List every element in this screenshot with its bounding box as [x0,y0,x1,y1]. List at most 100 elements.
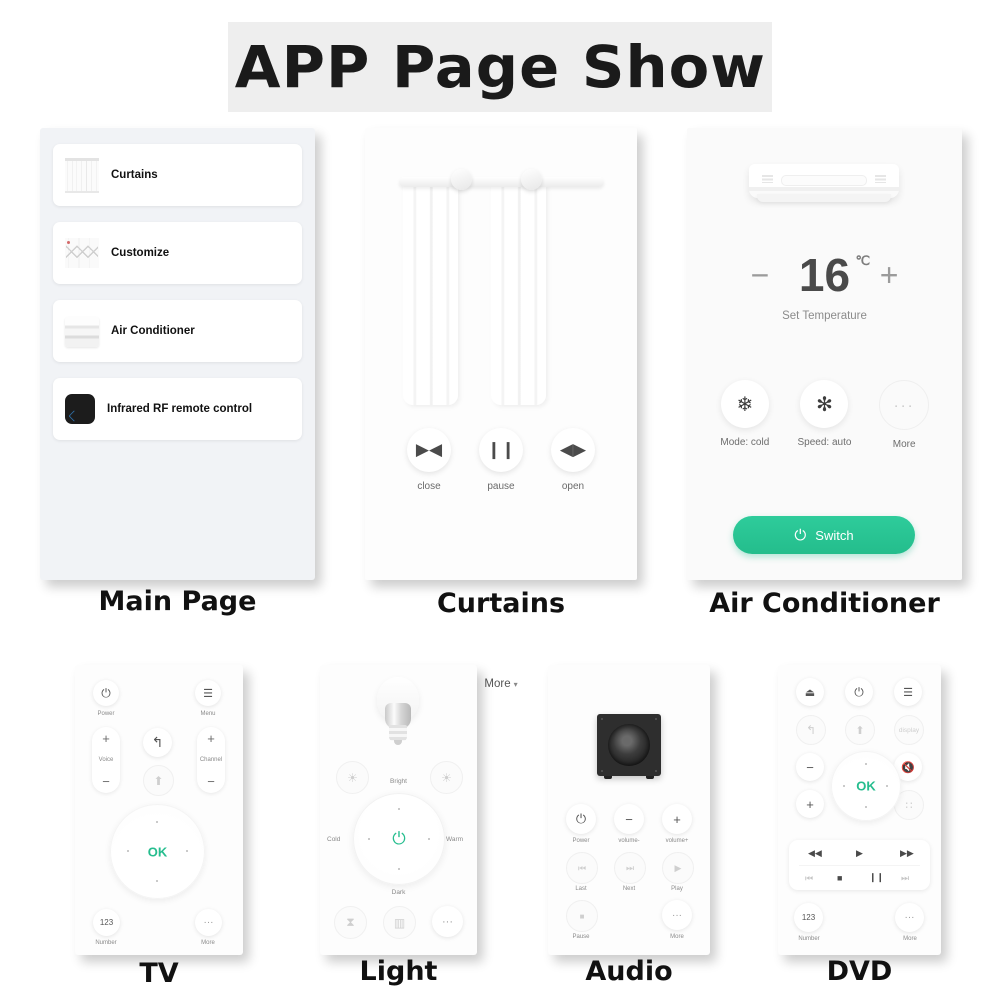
dpad-up[interactable] [865,763,867,765]
dpad-right[interactable] [186,850,188,852]
tv-power-label: Power [97,711,115,717]
dial-right[interactable] [428,838,430,840]
channel-stepper[interactable]: + Channel − [197,727,225,793]
dial-label-cold: Cold [327,836,341,843]
more-dots-icon[interactable]: ··· [895,903,924,932]
more-dots-icon[interactable]: ··· [879,380,930,430]
snowflake-icon[interactable]: ❄ [720,380,769,428]
channel-down-button[interactable]: − [207,775,215,788]
curtain-slider-left[interactable] [451,169,472,190]
list-item-infrared-rf-remote[interactable]: Infrared RF remote control [53,378,302,440]
dvd-dpad[interactable]: OK [831,751,901,821]
more-dots-icon[interactable]: ··· [195,909,222,936]
temperature-decrease-button[interactable]: − [745,259,775,291]
dial-label-warm: Warm [446,836,464,843]
open-curtain-icon[interactable]: ◀▶ [551,428,595,472]
curtain-slider-right[interactable] [521,169,542,190]
channel-up-button[interactable]: + [207,732,215,745]
list-item-customize[interactable]: Customize [53,222,302,284]
main-page-screen: Curtains Customize Air Conditioner Infra… [40,128,315,580]
ac-speed-label: Speed: auto [797,437,852,448]
power-icon[interactable]: ⏻ [353,829,445,849]
volume-up-icon[interactable]: + [662,804,692,834]
power-icon[interactable]: ⏻ [566,804,596,834]
number-pad-icon[interactable]: 123 [794,903,823,932]
rewind-icon[interactable]: ◀◀ [808,848,822,859]
temperature-increase-button[interactable]: + [874,259,904,291]
ok-button[interactable]: OK [110,844,205,859]
volume-down-icon[interactable]: − [614,804,644,834]
voice-stepper[interactable]: + Voice − [92,727,120,793]
power-icon[interactable]: ⏻ [845,678,873,706]
dial-label-dark: Dark [391,889,406,896]
page-title: APP Page Show [234,33,766,101]
air-conditioner-screen: − 16 ℃ + Set Temperature ❄ Mode: cold ✻ … [687,128,962,580]
switch-button[interactable]: ⏻ Switch [733,516,915,554]
dial-up[interactable] [398,808,400,810]
app-page-show-poster: APP Page Show Curtains Customize Air Con… [0,0,1000,1000]
previous-track-icon[interactable]: ⏮ [566,852,598,884]
fast-forward-icon[interactable]: ▶▶ [900,848,914,859]
fan-auto-icon[interactable]: ✻ [800,380,849,428]
dpad-left[interactable] [843,785,845,787]
more-dots-icon[interactable]: ··· [662,900,692,930]
number-pad-icon[interactable]: 123 [93,909,120,936]
next-track-icon[interactable]: ⏭ [614,852,646,884]
dpad-down[interactable] [156,880,158,882]
dpad-down[interactable] [865,806,867,808]
menu-icon[interactable]: ☰ [894,678,922,706]
display-icon[interactable]: display [894,715,924,745]
control-label: open [561,481,585,492]
eject-icon[interactable]: ⏏ [796,678,824,706]
ac-mode-label: Mode: cold [720,437,770,448]
list-item-curtains[interactable]: Curtains [53,144,302,206]
tv-number-label: Number [95,940,117,946]
audio-power-label: Power [572,838,590,844]
ac-grille-left [762,175,773,183]
dvd-number-label: Number [798,936,820,942]
dpad-left[interactable] [127,850,129,852]
home-icon[interactable]: ⬆ [845,715,875,745]
dvd-remote-screen: ⏏ ⏻ ☰ ↰ ⬆ display − 🔇 + ∷ OK ◀◀ ▶ ▶▶ ⏮ ■… [778,665,941,955]
pause-icon[interactable]: ❙❙ [479,428,523,472]
pause-icon[interactable]: ❙❙ [869,872,884,883]
close-curtain-icon[interactable]: ▶◀ [407,428,451,472]
volume-down-icon[interactable]: − [796,753,824,781]
next-track-icon[interactable]: ⏭ [901,873,909,884]
ok-button[interactable]: OK [831,779,901,794]
play-icon[interactable]: ▶ [856,848,863,859]
tv-menu-label: Menu [200,711,216,717]
previous-track-icon[interactable]: ⏮ [805,873,813,884]
curtain-open-control[interactable]: ◀▶ open [549,428,598,492]
ac-more-button[interactable]: ··· More [869,380,939,450]
light-color-dial[interactable]: ⏻ [353,793,445,885]
voice-down-button[interactable]: − [102,775,110,788]
power-icon[interactable]: ⏻ [93,680,119,706]
menu-icon[interactable]: ☰ [195,680,221,706]
dial-left[interactable] [368,838,370,840]
back-arrow-icon[interactable]: ↰ [143,728,172,757]
ac-mode-button[interactable]: ❄ Mode: cold [710,380,780,450]
back-arrow-icon[interactable]: ↰ [796,715,826,745]
play-icon[interactable]: ▶ [662,852,694,884]
stop-icon[interactable]: ■ [837,873,842,883]
home-icon[interactable]: ⬆ [143,765,174,796]
scene-icon[interactable]: ▥ [383,906,416,939]
curtain-close-control[interactable]: ▶◀ close [405,428,454,492]
temperature-number: 16 [798,249,851,301]
more-dots-icon[interactable]: ··· [432,906,463,937]
curtain-pause-control[interactable]: ❙❙ pause [477,428,526,492]
ac-mode-controls: ❄ Mode: cold ✻ Speed: auto ··· More [687,380,962,450]
voice-up-button[interactable]: + [102,732,110,745]
dial-down[interactable] [398,868,400,870]
timer-icon[interactable]: ⧗ [334,906,367,939]
stop-icon[interactable]: ■ [566,900,598,932]
caption-air-conditioner: Air Conditioner [709,588,940,619]
ac-speed-button[interactable]: ✻ Speed: auto [789,380,859,450]
dpad-right[interactable] [886,785,888,787]
tv-dpad[interactable]: OK [110,804,205,899]
list-item-air-conditioner[interactable]: Air Conditioner [53,300,302,362]
curtain-controls: ▶◀ close ❙❙ pause ◀▶ open [365,428,637,492]
dpad-up[interactable] [156,821,158,823]
volume-up-icon[interactable]: + [796,790,824,818]
